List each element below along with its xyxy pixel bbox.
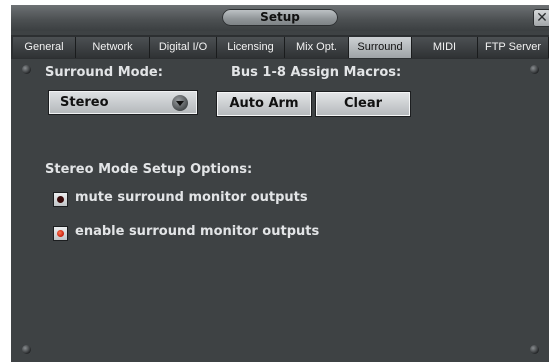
close-icon: ✕ (536, 10, 548, 26)
window-title: Setup (260, 10, 300, 24)
clear-button[interactable]: Clear (315, 91, 411, 117)
screw-icon (22, 345, 31, 354)
mute-outputs-label: mute surround monitor outputs (75, 190, 308, 205)
setup-window: Setup ✕ General Network Digital I/O Lice… (11, 5, 549, 362)
tab-bar: General Network Digital I/O Licensing Mi… (11, 35, 549, 59)
tab-mix-opt[interactable]: Mix Opt. (285, 37, 349, 58)
surround-mode-label: Surround Mode: (45, 65, 163, 80)
surround-mode-dropdown[interactable]: Stereo (48, 90, 198, 115)
title-bar[interactable]: Setup ✕ (11, 5, 549, 31)
bus-assign-macros-label: Bus 1-8 Assign Macros: (231, 65, 402, 80)
checkbox-indicator-icon (57, 196, 64, 203)
chevron-down-icon (172, 95, 188, 111)
stereo-options-heading: Stereo Mode Setup Options: (45, 162, 253, 177)
screw-icon (530, 345, 539, 354)
enable-outputs-checkbox[interactable] (53, 226, 68, 241)
close-button[interactable]: ✕ (533, 9, 549, 27)
tab-midi[interactable]: MIDI (412, 37, 478, 58)
tab-licensing[interactable]: Licensing (217, 37, 285, 58)
tab-surround[interactable]: Surround (349, 37, 412, 58)
screw-icon (530, 65, 539, 74)
mute-outputs-checkbox[interactable] (53, 192, 68, 207)
tab-ftp-server[interactable]: FTP Server (478, 37, 549, 58)
enable-outputs-label: enable surround monitor outputs (75, 224, 320, 239)
screw-icon (22, 65, 31, 74)
title-pill: Setup (222, 9, 338, 26)
auto-arm-button[interactable]: Auto Arm (216, 91, 312, 117)
checkbox-indicator-icon (57, 230, 64, 237)
surround-mode-value: Stereo (60, 95, 109, 110)
tab-network[interactable]: Network (76, 37, 150, 58)
tab-general[interactable]: General (13, 37, 76, 58)
tab-digital-io[interactable]: Digital I/O (150, 37, 217, 58)
